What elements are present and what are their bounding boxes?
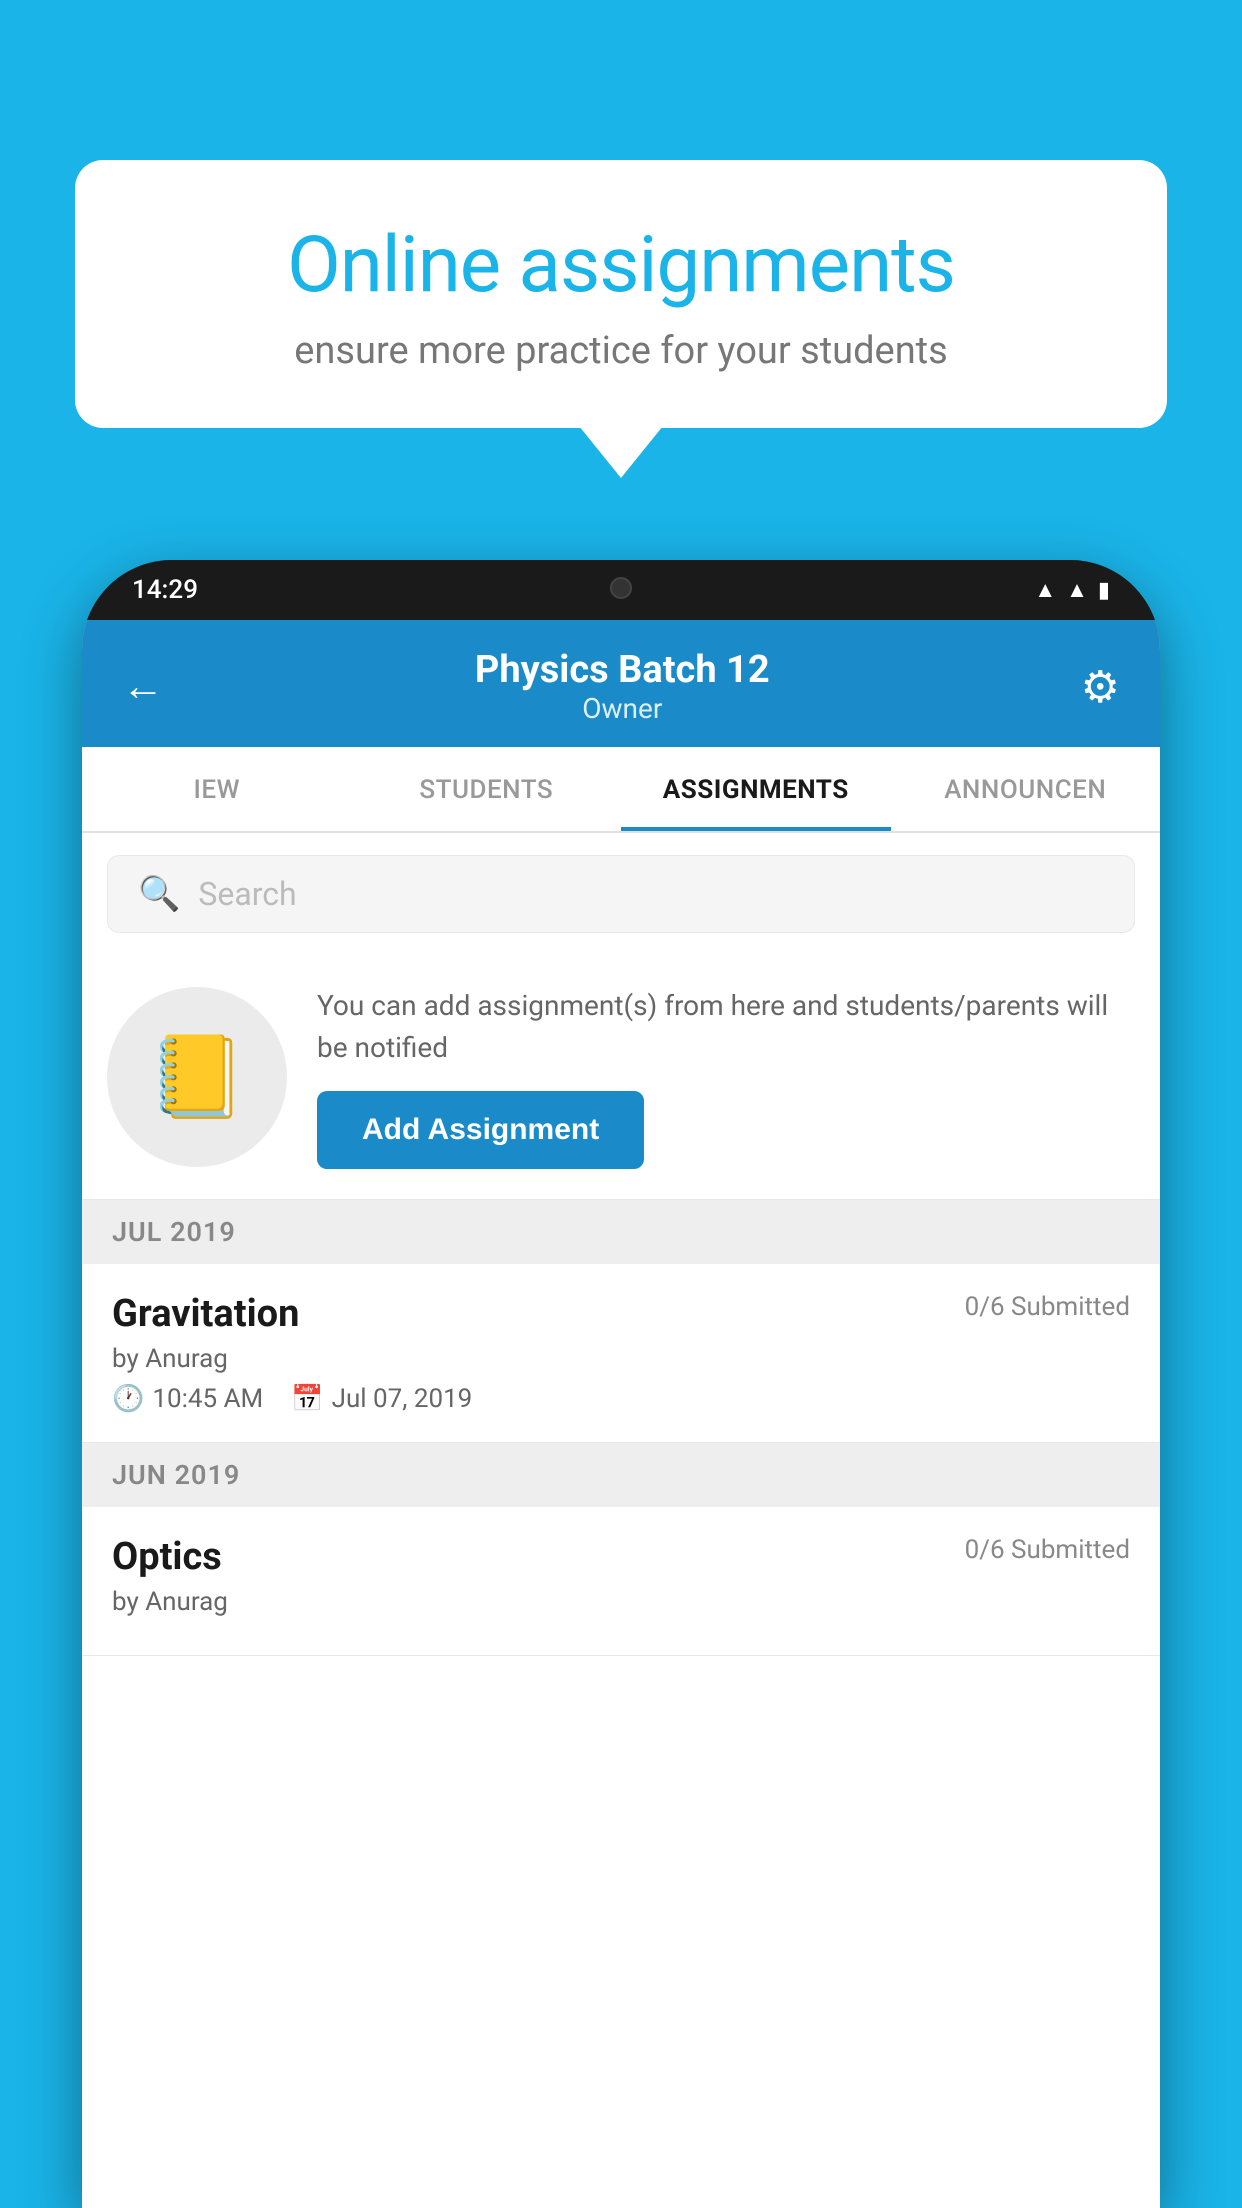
batch-subtitle: Owner [475, 692, 770, 725]
status-icons: ▲ ▲ ▮ [1034, 577, 1110, 603]
camera [610, 577, 632, 599]
section-header-jul: JUL 2019 [82, 1200, 1160, 1264]
assignment-submitted-optics: 0/6 Submitted [965, 1535, 1130, 1565]
tab-announcements[interactable]: ANNOUNCEN [891, 747, 1161, 831]
assignment-by: by Anurag [112, 1344, 1130, 1374]
meta-date: 📅 Jul 07, 2019 [291, 1384, 472, 1414]
wifi-icon: ▲ [1034, 577, 1056, 603]
assignment-submitted: 0/6 Submitted [965, 1292, 1130, 1322]
speech-bubble-title: Online assignments [145, 220, 1097, 311]
clock-icon: 🕐 [112, 1384, 144, 1414]
assignment-date: Jul 07, 2019 [332, 1384, 473, 1414]
notebook-icon: 📒 [147, 1030, 247, 1124]
tab-students[interactable]: STUDENTS [352, 747, 622, 831]
assignment-item-gravitation[interactable]: Gravitation 0/6 Submitted by Anurag 🕐 10… [82, 1264, 1160, 1443]
search-bar-wrapper: 🔍 Search [82, 833, 1160, 955]
phone-screen: ← Physics Batch 12 Owner ⚙ IEW STUDENTS … [82, 620, 1160, 2208]
assignment-name-optics: Optics [112, 1535, 222, 1579]
tabs-bar: IEW STUDENTS ASSIGNMENTS ANNOUNCEN [82, 747, 1160, 833]
meta-time: 🕐 10:45 AM [112, 1384, 263, 1414]
tab-assignments[interactable]: ASSIGNMENTS [621, 747, 891, 831]
signal-icon: ▲ [1066, 577, 1088, 603]
speech-bubble: Online assignments ensure more practice … [75, 160, 1167, 428]
search-bar[interactable]: 🔍 Search [107, 855, 1135, 933]
phone-frame: 14:29 ▲ ▲ ▮ ← Physics Batch 12 Owner ⚙ I… [82, 560, 1160, 2208]
tab-iew[interactable]: IEW [82, 747, 352, 831]
phone-notch [531, 560, 711, 615]
status-time: 14:29 [132, 575, 198, 605]
assignment-meta: 🕐 10:45 AM 📅 Jul 07, 2019 [112, 1384, 1130, 1414]
assignment-time: 10:45 AM [152, 1384, 263, 1414]
promo-text: You can add assignment(s) from here and … [317, 985, 1135, 1069]
back-button[interactable]: ← [122, 666, 164, 708]
promo-section: 📒 You can add assignment(s) from here an… [82, 955, 1160, 1200]
section-header-jun: JUN 2019 [82, 1443, 1160, 1507]
promo-icon-circle: 📒 [107, 987, 287, 1167]
assignment-by-optics: by Anurag [112, 1587, 1130, 1617]
app-header: ← Physics Batch 12 Owner ⚙ [82, 620, 1160, 747]
promo-content: You can add assignment(s) from here and … [317, 985, 1135, 1169]
search-placeholder[interactable]: Search [198, 875, 296, 913]
speech-bubble-subtitle: ensure more practice for your students [145, 329, 1097, 373]
header-title-block: Physics Batch 12 Owner [475, 648, 770, 725]
add-assignment-button[interactable]: Add Assignment [317, 1091, 644, 1169]
content-area: 🔍 Search 📒 You can add assignment(s) fro… [82, 833, 1160, 2208]
calendar-icon: 📅 [291, 1384, 323, 1414]
settings-icon[interactable]: ⚙ [1081, 661, 1120, 713]
assignment-name: Gravitation [112, 1292, 299, 1336]
assignment-item-optics[interactable]: Optics 0/6 Submitted by Anurag [82, 1507, 1160, 1656]
status-bar: 14:29 ▲ ▲ ▮ [82, 560, 1160, 620]
battery-icon: ▮ [1098, 578, 1110, 603]
assignment-item-top-optics: Optics 0/6 Submitted [112, 1535, 1130, 1579]
search-icon: 🔍 [138, 874, 180, 914]
batch-title: Physics Batch 12 [475, 648, 770, 692]
assignment-item-top: Gravitation 0/6 Submitted [112, 1292, 1130, 1336]
